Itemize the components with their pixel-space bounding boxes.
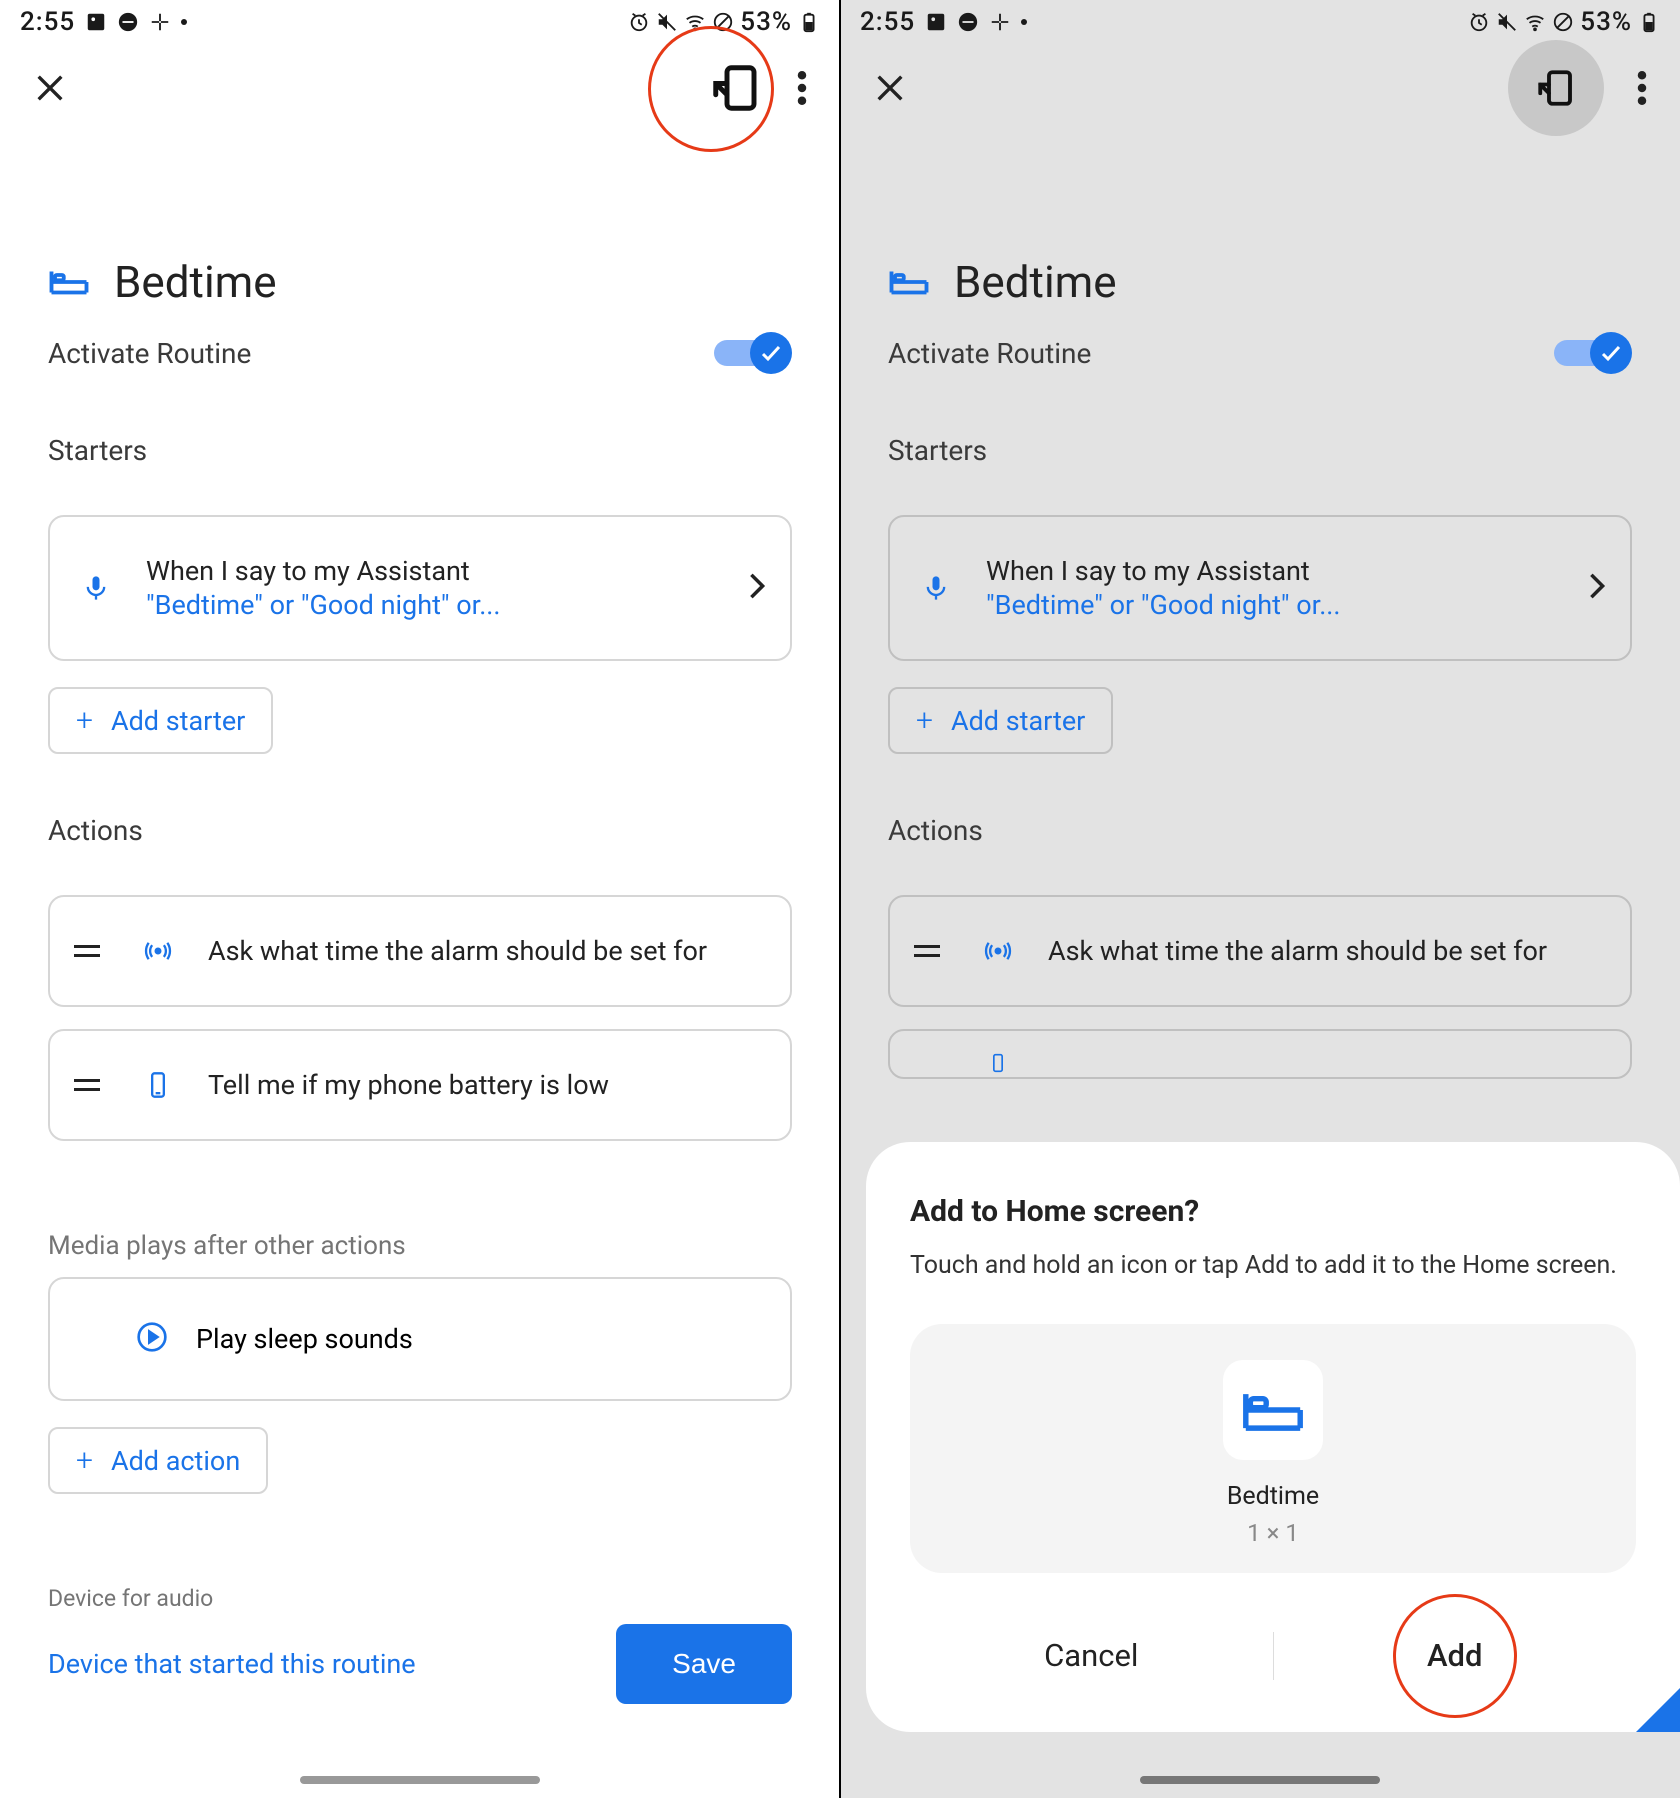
- plus-icon: +: [916, 703, 933, 738]
- wifi-icon: [1524, 11, 1546, 33]
- action-text: Ask what time the alarm should be set fo…: [208, 935, 766, 967]
- add-starter-button[interactable]: + Add starter: [48, 687, 273, 754]
- shortcut-size: 1 × 1: [1247, 1519, 1299, 1547]
- app-bar: [840, 44, 1680, 132]
- media-action-text: Play sleep sounds: [196, 1323, 413, 1355]
- routine-title: Bedtime: [114, 256, 277, 308]
- starter-title: When I say to my Assistant: [986, 555, 1560, 587]
- more-notifications-icon: [181, 19, 187, 25]
- action-card[interactable]: [888, 1029, 1632, 1079]
- mute-icon: [656, 11, 678, 33]
- status-time: 2:55: [20, 7, 75, 37]
- activate-routine-toggle[interactable]: [1554, 332, 1632, 374]
- add-starter-label: Add starter: [951, 705, 1085, 737]
- activate-routine-label: Activate Routine: [888, 337, 1091, 370]
- app-bar: [0, 44, 840, 132]
- plus-icon: +: [76, 703, 93, 738]
- nav-gesture-bar: [1140, 1776, 1380, 1784]
- starter-subtitle: "Bedtime" or "Good night" or...: [146, 589, 720, 621]
- battery-percent: 53%: [740, 7, 792, 37]
- routine-title: Bedtime: [954, 256, 1117, 308]
- routine-title-row: Bedtime: [888, 256, 1632, 308]
- add-to-home-dialog: Add to Home screen? Touch and hold an ic…: [866, 1142, 1680, 1732]
- shortcut-icon: [1223, 1360, 1323, 1460]
- save-button[interactable]: Save: [616, 1624, 792, 1704]
- close-button[interactable]: [28, 66, 72, 110]
- mute-icon: [1496, 11, 1518, 33]
- add-to-home-button[interactable]: [1508, 40, 1604, 136]
- shortcut-preview[interactable]: Bedtime 1 × 1: [910, 1324, 1636, 1573]
- corner-indicator: [1636, 1688, 1680, 1732]
- starter-card[interactable]: When I say to my Assistant "Bedtime" or …: [888, 515, 1632, 661]
- close-button[interactable]: [868, 66, 912, 110]
- actions-section-label: Actions: [888, 814, 1632, 847]
- status-time: 2:55: [860, 7, 915, 37]
- drag-handle-icon[interactable]: [914, 945, 948, 957]
- slack-icon: [989, 11, 1011, 33]
- chevron-right-icon: [1588, 572, 1606, 604]
- phone-icon: [136, 1071, 180, 1099]
- add-starter-button[interactable]: + Add starter: [888, 687, 1113, 754]
- mic-icon: [74, 574, 118, 602]
- dnd-icon: [957, 11, 979, 33]
- drag-handle-icon[interactable]: [74, 1079, 108, 1091]
- media-section-label: Media plays after other actions: [48, 1231, 792, 1261]
- cancel-button[interactable]: Cancel: [910, 1615, 1273, 1696]
- overflow-menu-button[interactable]: [788, 71, 816, 105]
- add-action-button[interactable]: + Add action: [48, 1427, 268, 1494]
- plus-icon: +: [76, 1443, 93, 1478]
- nav-gesture-bar: [300, 1776, 540, 1784]
- photos-icon: [85, 11, 107, 33]
- slack-icon: [149, 11, 171, 33]
- phone-icon: [976, 1049, 1020, 1077]
- device-for-audio-label: Device for audio: [48, 1585, 792, 1612]
- no-sim-icon: [712, 11, 734, 33]
- bed-icon: [48, 261, 90, 303]
- routine-title-row: Bedtime: [48, 256, 792, 308]
- no-sim-icon: [1552, 11, 1574, 33]
- starters-section-label: Starters: [48, 434, 792, 467]
- starters-section-label: Starters: [888, 434, 1632, 467]
- device-selector[interactable]: Device that started this routine: [48, 1648, 416, 1680]
- alarm-icon: [628, 11, 650, 33]
- action-card[interactable]: Tell me if my phone battery is low: [48, 1029, 792, 1141]
- mic-icon: [914, 574, 958, 602]
- bottom-bar: Device for audio Device that started thi…: [0, 1571, 840, 1722]
- play-icon: [136, 1321, 168, 1357]
- actions-section-label: Actions: [48, 814, 792, 847]
- starter-title: When I say to my Assistant: [146, 555, 720, 587]
- battery-icon: [1638, 11, 1660, 33]
- add-action-label: Add action: [111, 1445, 240, 1477]
- broadcast-icon: [976, 937, 1020, 965]
- broadcast-icon: [136, 937, 180, 965]
- photos-icon: [925, 11, 947, 33]
- action-card[interactable]: Ask what time the alarm should be set fo…: [48, 895, 792, 1007]
- media-action-card[interactable]: Play sleep sounds: [48, 1277, 792, 1401]
- bed-icon: [888, 261, 930, 303]
- action-text: Ask what time the alarm should be set fo…: [1048, 935, 1606, 967]
- status-bar: 2:55 53%: [840, 0, 1680, 44]
- status-bar: 2:55 53%: [0, 0, 840, 44]
- add-starter-label: Add starter: [111, 705, 245, 737]
- more-notifications-icon: [1021, 19, 1027, 25]
- wifi-icon: [684, 11, 706, 33]
- starter-subtitle: "Bedtime" or "Good night" or...: [986, 589, 1560, 621]
- battery-icon: [798, 11, 820, 33]
- shortcut-name: Bedtime: [1227, 1482, 1319, 1511]
- activate-routine-label: Activate Routine: [48, 337, 251, 370]
- activate-routine-toggle[interactable]: [714, 332, 792, 374]
- action-text: Tell me if my phone battery is low: [208, 1069, 766, 1101]
- dnd-icon: [117, 11, 139, 33]
- starter-card[interactable]: When I say to my Assistant "Bedtime" or …: [48, 515, 792, 661]
- dialog-description: Touch and hold an icon or tap Add to add…: [910, 1251, 1636, 1280]
- alarm-icon: [1468, 11, 1490, 33]
- drag-handle-icon[interactable]: [74, 945, 108, 957]
- battery-percent: 53%: [1580, 7, 1632, 37]
- add-button[interactable]: Add: [1274, 1615, 1637, 1696]
- overflow-menu-button[interactable]: [1628, 71, 1656, 105]
- dialog-title: Add to Home screen?: [910, 1194, 1636, 1229]
- chevron-right-icon: [748, 572, 766, 604]
- add-to-home-button[interactable]: [708, 60, 764, 116]
- action-card[interactable]: Ask what time the alarm should be set fo…: [888, 895, 1632, 1007]
